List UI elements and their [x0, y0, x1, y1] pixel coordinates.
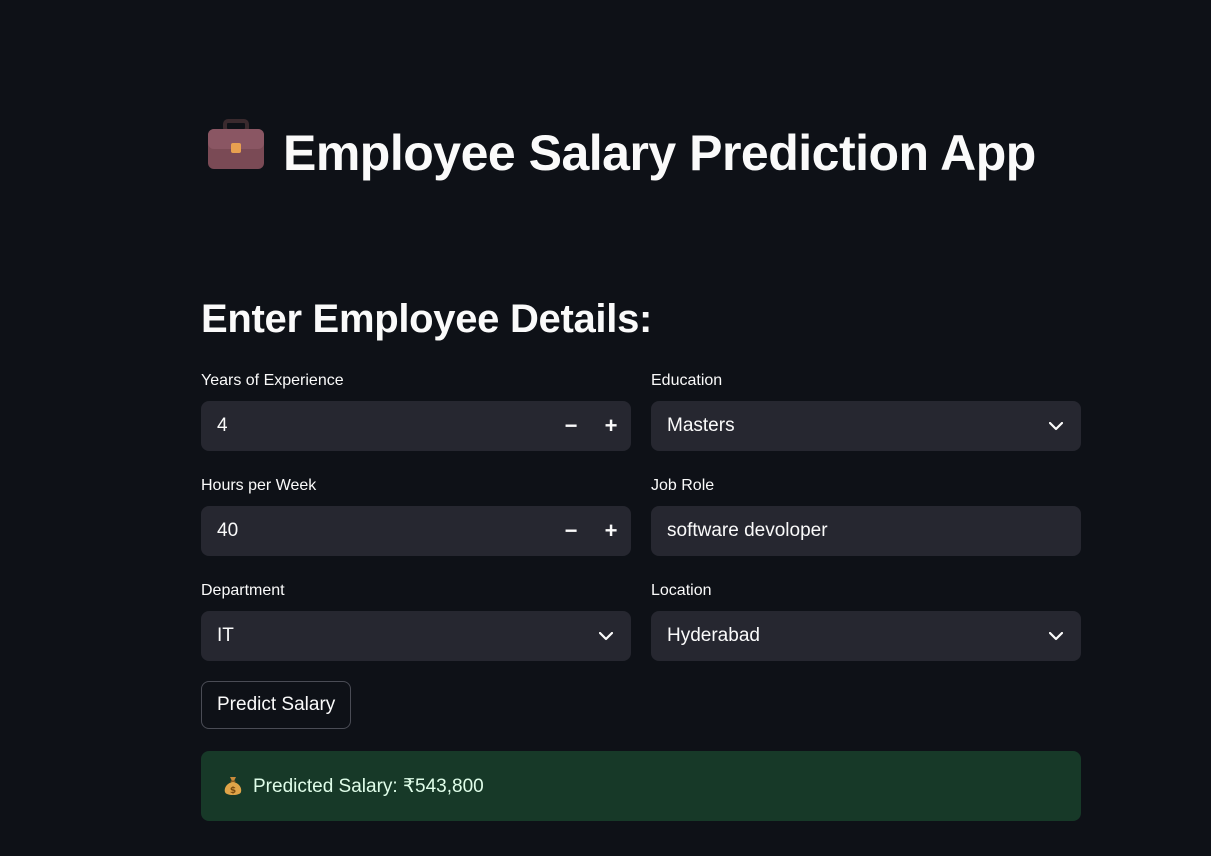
prediction-result: $ Predicted Salary: ₹543,800	[201, 751, 1081, 821]
hours-value[interactable]: 40	[201, 520, 551, 542]
predict-salary-button[interactable]: Predict Salary	[201, 681, 352, 729]
chevron-down-icon[interactable]	[581, 611, 631, 661]
education-label: Education	[651, 372, 723, 389]
department-select[interactable]: IT	[201, 611, 631, 661]
department-field: Department IT	[201, 581, 631, 661]
hours-label: Hours per Week	[201, 477, 317, 494]
location-field: Location Hyderabad	[651, 581, 1081, 661]
location-value[interactable]: Hyderabad	[651, 625, 1031, 647]
education-select[interactable]: Masters	[651, 401, 1081, 451]
experience-stepper: − +	[551, 401, 631, 451]
page-title: Employee Salary Prediction App	[199, 118, 1079, 191]
department-value[interactable]: IT	[201, 625, 581, 647]
money-bag-icon: $	[223, 775, 243, 797]
education-value[interactable]: Masters	[651, 415, 1031, 437]
hours-increment-button[interactable]: +	[591, 506, 631, 556]
form-heading: Enter Employee Details:	[201, 297, 653, 341]
job-role-input[interactable]: software devoloper	[651, 506, 1081, 556]
hours-field: Hours per Week 40 − +	[201, 476, 631, 556]
job-role-field: Job Role software devoloper	[651, 476, 1081, 556]
hours-decrement-button[interactable]: −	[551, 506, 591, 556]
location-select[interactable]: Hyderabad	[651, 611, 1081, 661]
job-role-label: Job Role	[651, 477, 715, 494]
experience-decrement-button[interactable]: −	[551, 401, 591, 451]
department-label: Department	[201, 582, 285, 599]
education-field: Education Masters	[651, 371, 1081, 451]
page-title-text: Employee Salary Prediction App	[283, 125, 1036, 181]
svg-text:$: $	[230, 786, 236, 796]
briefcase-icon	[207, 118, 265, 187]
chevron-down-icon[interactable]	[1031, 611, 1081, 661]
job-role-value[interactable]: software devoloper	[651, 520, 1081, 542]
chevron-down-icon[interactable]	[1031, 401, 1081, 451]
experience-label: Years of Experience	[201, 372, 344, 389]
hours-input[interactable]: 40 − +	[201, 506, 631, 556]
hours-stepper: − +	[551, 506, 631, 556]
experience-increment-button[interactable]: +	[591, 401, 631, 451]
prediction-text: Predicted Salary: ₹543,800	[253, 775, 484, 797]
experience-input[interactable]: 4 − +	[201, 401, 631, 451]
location-label: Location	[651, 582, 712, 599]
experience-field: Years of Experience 4 − +	[201, 371, 631, 451]
experience-value[interactable]: 4	[201, 415, 551, 437]
